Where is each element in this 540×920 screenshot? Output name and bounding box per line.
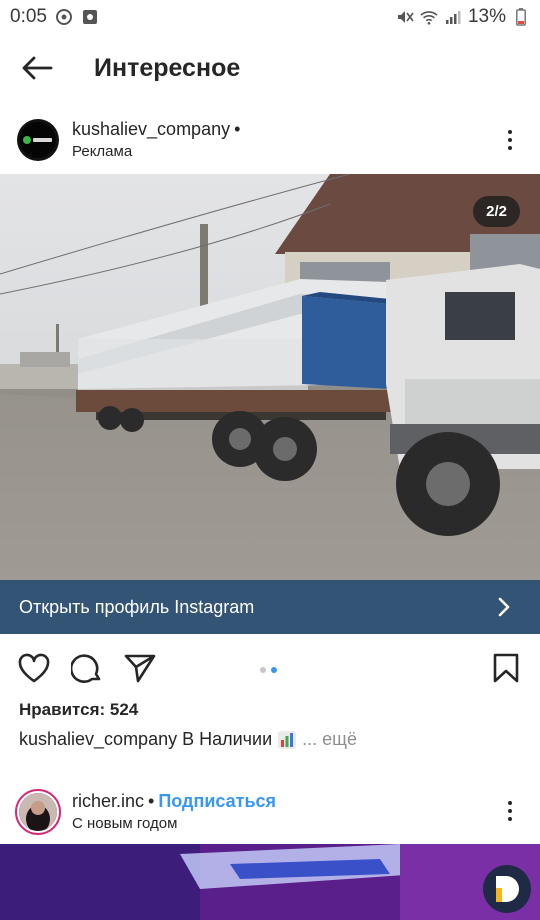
bar-chart-emoji-icon xyxy=(278,730,297,749)
back-button[interactable] xyxy=(2,34,72,102)
dot-separator: • xyxy=(234,119,241,140)
status-time: 0:05 xyxy=(10,6,47,27)
caption-text: В Наличии xyxy=(182,729,273,749)
mute-icon xyxy=(396,8,414,26)
more-vertical-icon xyxy=(508,130,512,134)
post-actions xyxy=(0,644,540,690)
signal-icon xyxy=(444,8,462,26)
truck-photo xyxy=(0,174,540,580)
avatar[interactable] xyxy=(17,119,59,161)
post-caption: kushaliev_company В Наличии ... ещё xyxy=(19,729,357,750)
story-ring-avatar[interactable] xyxy=(15,789,61,835)
post-username[interactable]: kushaliev_company xyxy=(72,119,230,141)
heart-icon xyxy=(18,653,50,683)
share-button[interactable] xyxy=(124,652,156,684)
more-options-button[interactable] xyxy=(498,126,522,154)
save-button[interactable] xyxy=(490,652,522,684)
app-overlay-badge[interactable] xyxy=(482,864,532,914)
next-post-username[interactable]: richer.inc xyxy=(72,791,144,813)
likes-count[interactable]: Нравится: 524 xyxy=(19,700,138,720)
status-bar: 0:05 13% xyxy=(0,0,540,34)
photo-notification-icon xyxy=(81,8,99,26)
carousel-indicator xyxy=(260,667,277,673)
caption-username[interactable]: kushaliev_company xyxy=(19,729,177,750)
wifi-icon xyxy=(420,8,438,26)
carousel-counter: 2/2 xyxy=(473,196,520,227)
more-vertical-icon xyxy=(508,801,512,805)
comment-icon xyxy=(71,654,101,683)
top-app-bar: Интересное xyxy=(0,34,540,102)
dot-separator: • xyxy=(148,791,155,812)
next-post-photo[interactable] xyxy=(0,844,540,920)
caption-more-link[interactable]: ... ещё xyxy=(302,729,357,750)
post-photo[interactable]: 2/2 xyxy=(0,174,540,580)
comment-button[interactable] xyxy=(71,652,103,684)
carousel-dot-active xyxy=(271,667,277,673)
carousel-dot xyxy=(260,667,266,673)
sponsored-label: Реклама xyxy=(72,142,133,160)
overlay-logo-icon xyxy=(483,865,531,913)
company-logo-icon xyxy=(23,136,52,144)
open-profile-cta[interactable]: Открыть профиль Instagram xyxy=(0,580,540,634)
next-post-subtitle: С новым годом xyxy=(72,814,178,832)
sync-icon xyxy=(55,8,73,26)
bookmark-icon xyxy=(493,653,519,683)
cta-label: Открыть профиль Instagram xyxy=(19,596,255,617)
next-post-header: richer.inc • Подписаться С новым годом xyxy=(0,783,540,841)
like-button[interactable] xyxy=(18,652,50,684)
follow-button[interactable]: Подписаться xyxy=(158,791,276,813)
battery-percent: 13% xyxy=(467,6,506,27)
send-icon xyxy=(124,654,156,683)
arrow-left-icon xyxy=(22,56,53,80)
bottom-nav-peek xyxy=(0,910,540,920)
next-post-more-button[interactable] xyxy=(498,797,522,825)
page-title: Интересное xyxy=(94,53,241,82)
battery-icon xyxy=(512,8,530,26)
chevron-right-icon xyxy=(498,597,510,617)
post-header: kushaliev_company • Реклама xyxy=(0,106,540,174)
